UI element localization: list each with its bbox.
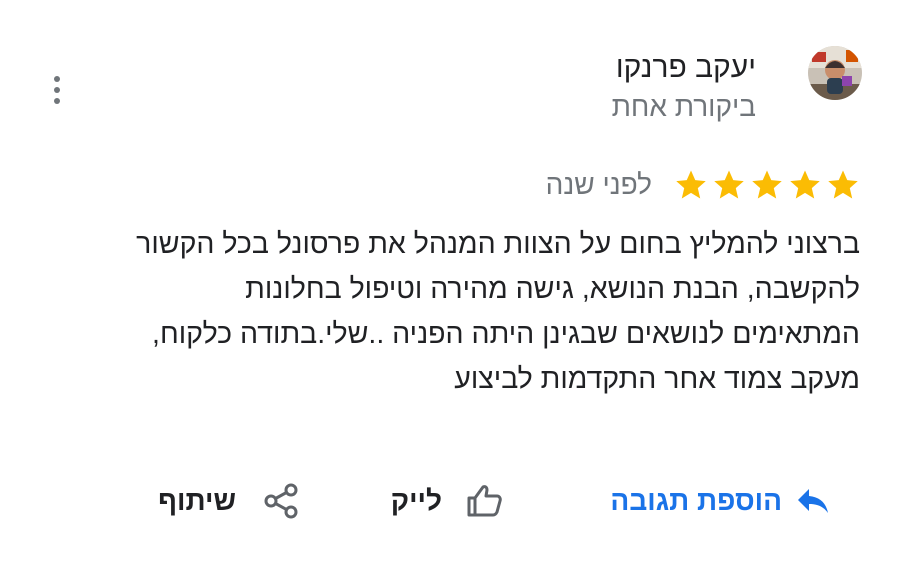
star-rating (674, 168, 860, 202)
author-review-count: ביקורת אחת (611, 91, 756, 122)
more-vert-icon (54, 76, 60, 82)
share-button[interactable]: שיתוף (158, 476, 298, 526)
review-date: לפני שנה (545, 169, 652, 200)
review-text-line: המתאימים לנושאים שבגינן היתה הפניה ..שלי… (152, 318, 860, 350)
review-text-line: ברצוני להמליץ בחום על הצוות המנהל את פרס… (136, 228, 860, 260)
star-icon (828, 170, 858, 199)
like-label: לייק (390, 485, 442, 516)
rating-row: לפני שנה (546, 165, 860, 205)
more-options-button[interactable] (44, 70, 70, 110)
more-vert-icon-dot (54, 87, 60, 93)
author-name[interactable]: יעקב פרנקו (616, 50, 756, 86)
review-card: יעקב פרנקו ביקורת אחת לפני שנה ברצוני לה… (0, 0, 902, 578)
review-text: ברצוני להמליץ בחום על הצוות המנהל את פרס… (40, 222, 860, 402)
add-reply-label: הוספת תגובה (610, 485, 782, 516)
thumb-up-icon (467, 485, 502, 517)
reply-icon (798, 489, 828, 513)
share-icon (264, 483, 298, 519)
avatar-photo (808, 46, 862, 100)
like-button[interactable]: לייק (391, 476, 502, 526)
more-vert-icon-dot (54, 98, 60, 104)
add-reply-button[interactable]: הוספת תגובה (610, 476, 830, 526)
star-icon (714, 170, 744, 199)
star-icon (676, 170, 706, 199)
review-text-line: להקשבה, הבנת הנושא, גישה מהירה וטיפול בח… (245, 273, 860, 305)
review-actions: הוספת תגובה לייק שיתוף (0, 476, 902, 526)
review-text-line: מעקב צמוד אחר התקדמות לביצוע (454, 363, 860, 395)
star-icon (752, 170, 782, 199)
star-icon (790, 170, 820, 199)
share-label: שיתוף (158, 485, 236, 516)
author-avatar[interactable] (808, 46, 862, 100)
